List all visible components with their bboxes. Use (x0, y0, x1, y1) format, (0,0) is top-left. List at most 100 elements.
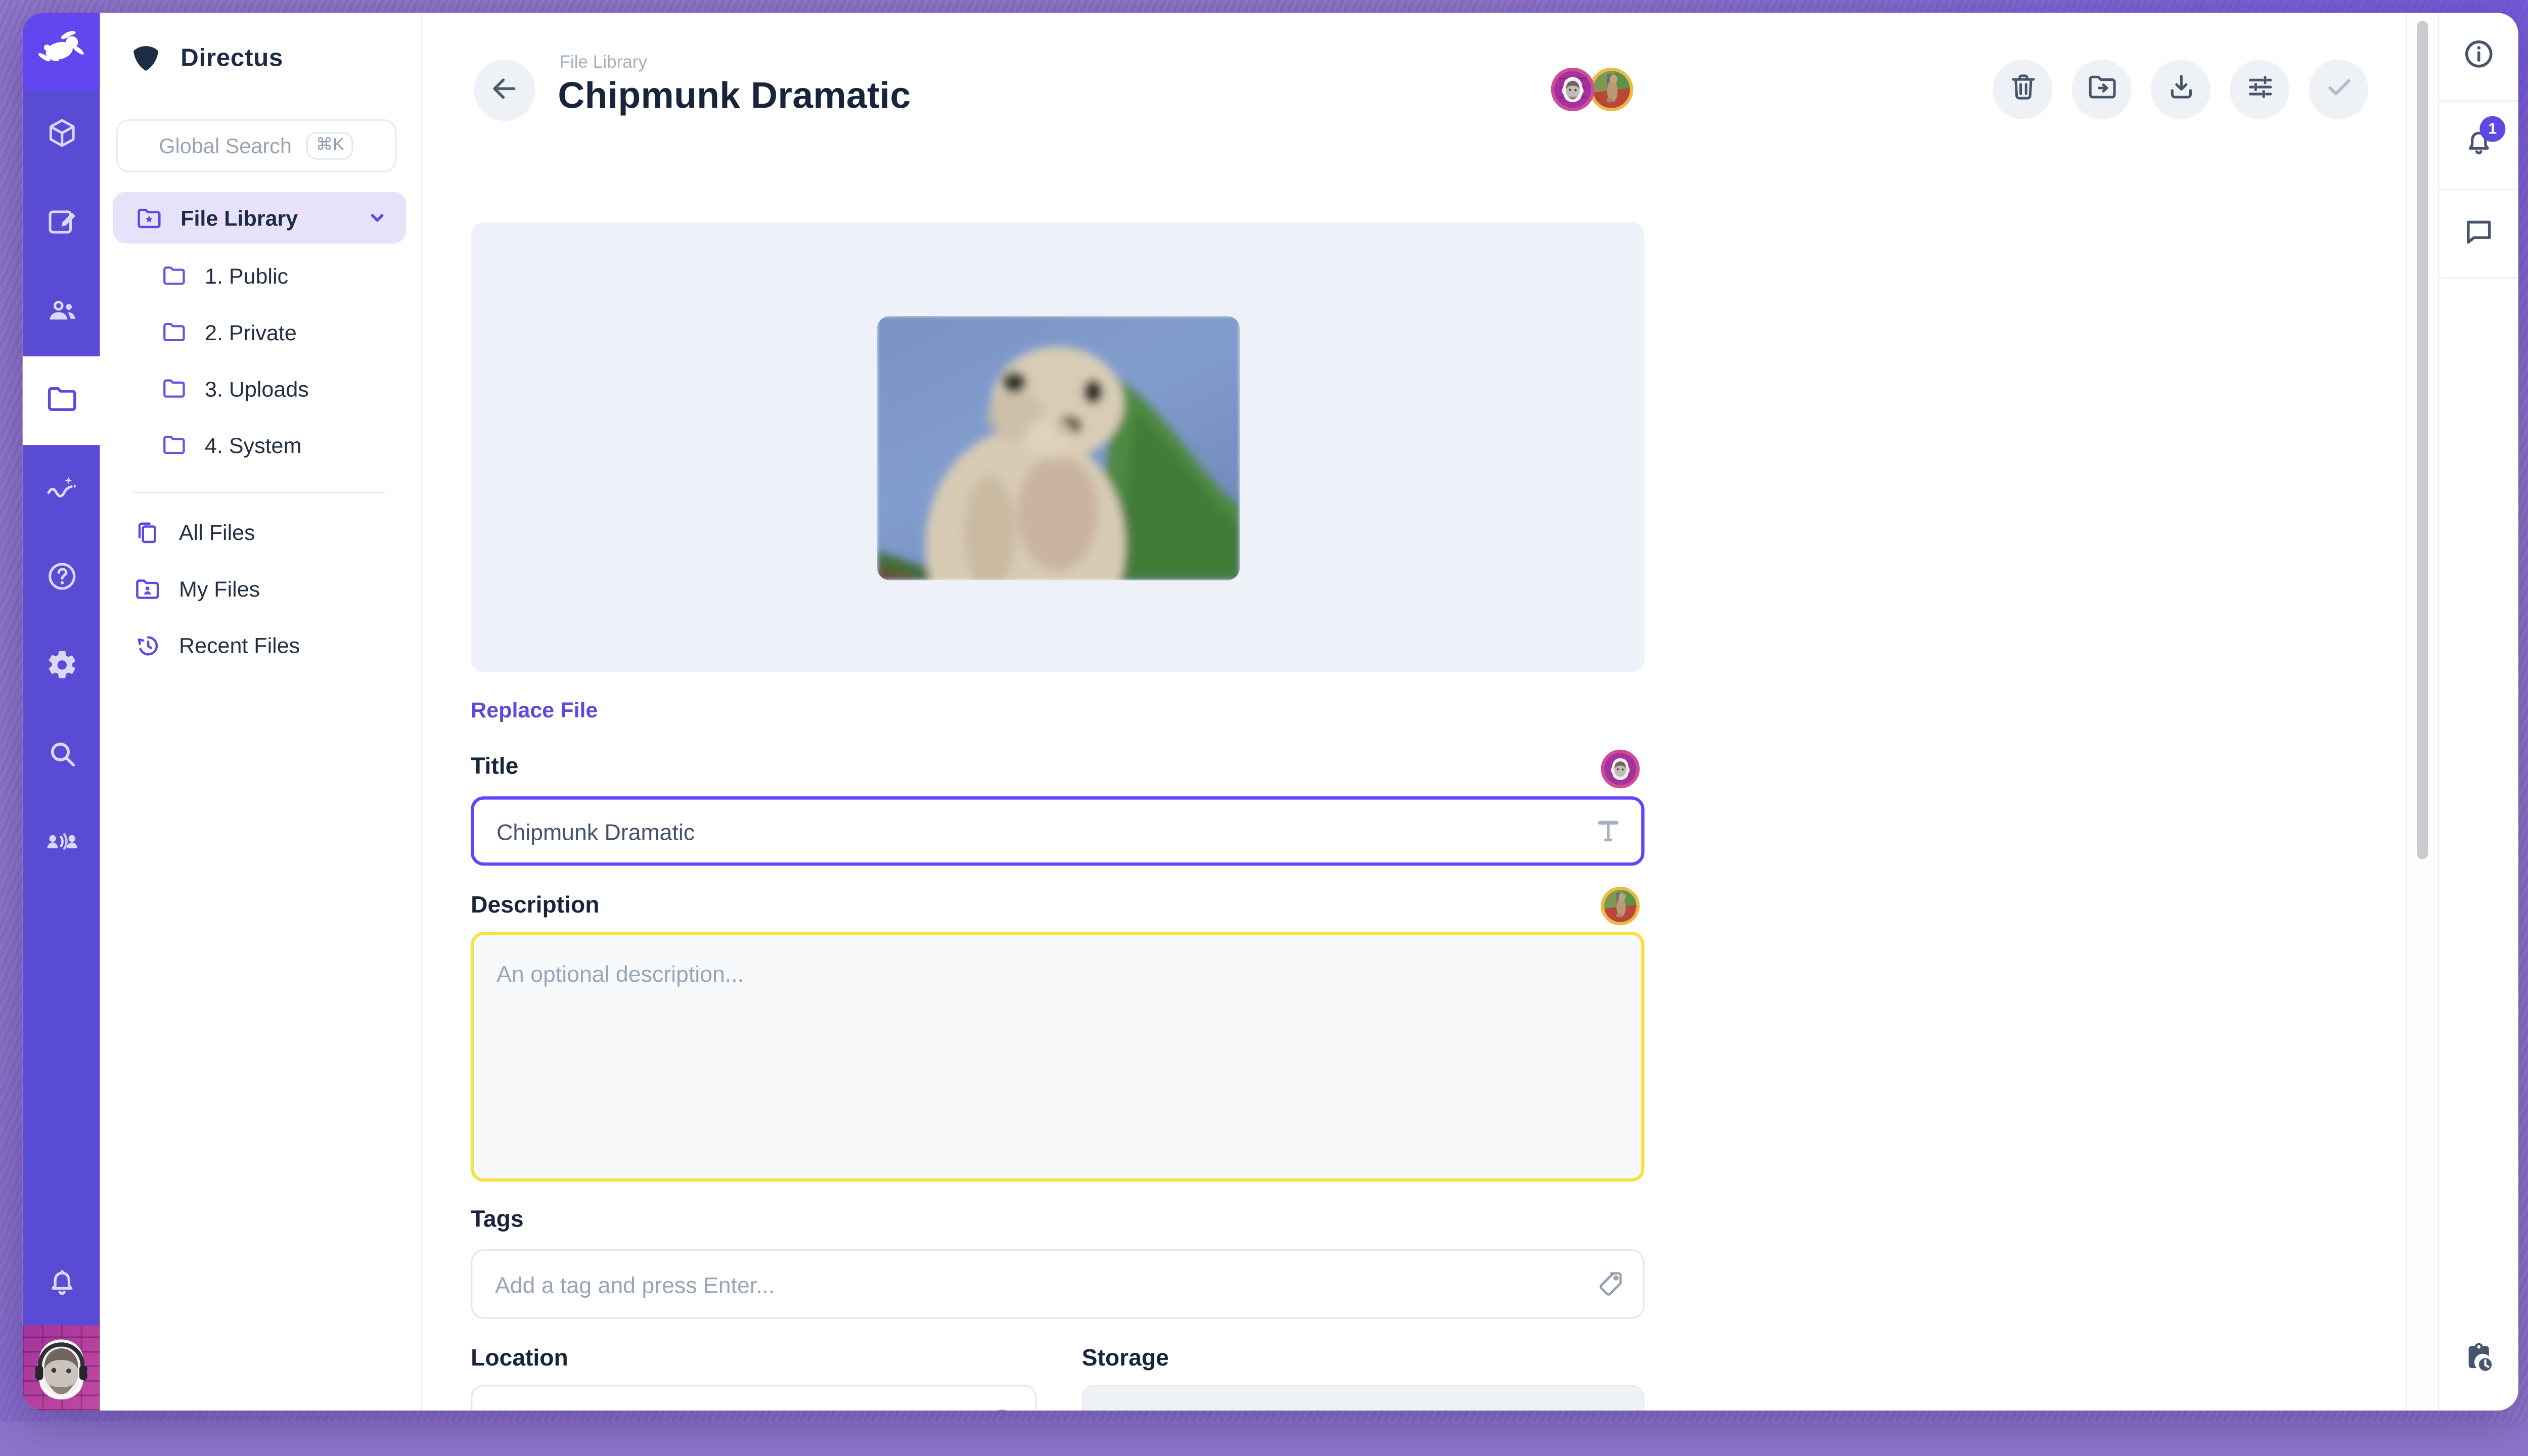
right-sidebar: 1 (2437, 13, 2518, 1411)
sidebar-item-recent-files[interactable]: Recent Files (113, 617, 406, 672)
folder-icon (161, 432, 187, 458)
folder-star-icon (136, 204, 163, 231)
cube-icon (44, 115, 78, 154)
tags-input[interactable] (472, 1271, 1575, 1297)
history-icon (134, 631, 161, 658)
gear-icon (44, 647, 78, 686)
module-files[interactable] (23, 356, 100, 445)
download-icon (2164, 71, 2197, 108)
map-pin-icon (967, 1404, 1035, 1410)
users-icon (44, 293, 78, 332)
header-actions (1993, 60, 2368, 119)
folder-label: 1. Public (205, 263, 288, 288)
storage-field (1082, 1385, 1645, 1410)
main-content: File Library Chipmunk Dramatic (422, 13, 2405, 1411)
description-editing-avatar (1601, 887, 1640, 926)
nav-divider (132, 492, 385, 493)
bell-icon (44, 1267, 78, 1306)
title-editing-avatar (1601, 750, 1640, 789)
folder-label: 3. Uploads (205, 377, 309, 401)
info-button[interactable] (2440, 13, 2518, 102)
module-bar-spacer (23, 888, 100, 1248)
folder-label: 2. Private (205, 320, 297, 344)
folder-icon (44, 381, 78, 420)
chevron-down-icon[interactable] (365, 205, 390, 231)
module-help[interactable] (23, 533, 100, 622)
back-button[interactable] (474, 60, 535, 121)
replace-file-link[interactable]: Replace File (471, 698, 598, 722)
edit-options-button[interactable] (2230, 60, 2289, 119)
module-community[interactable] (23, 800, 100, 888)
delete-button[interactable] (1993, 60, 2052, 119)
sidebar-folder-system[interactable]: 4. System (139, 418, 406, 472)
folder-icon (161, 263, 187, 289)
project-row[interactable]: Directus (100, 13, 421, 84)
avatar-user[interactable] (1551, 68, 1595, 111)
location-input[interactable] (472, 1406, 967, 1410)
comments-button[interactable] (2440, 190, 2518, 279)
download-button[interactable] (2151, 60, 2210, 119)
app-window: Directus Global Search ⌘K File Library 1… (23, 13, 2518, 1411)
revisions-button[interactable] (2440, 1314, 2518, 1410)
global-search-placeholder: Global Search (159, 134, 292, 158)
description-field (471, 932, 1644, 1181)
sidebar-item-file-library[interactable]: File Library (113, 192, 406, 243)
tag-icon (1575, 1269, 1643, 1300)
sidebar-item-label: All Files (179, 520, 255, 544)
check-icon (2322, 71, 2355, 108)
scrollbar-track[interactable] (2406, 13, 2438, 1411)
title-field (471, 796, 1644, 866)
chipmunk-image (876, 315, 1239, 579)
sidebar-folder-public[interactable]: 1. Public (139, 248, 406, 303)
project-name: Directus (180, 45, 283, 74)
files-multiple-icon (134, 518, 161, 545)
save-button[interactable] (2309, 60, 2368, 119)
search-icon (44, 736, 78, 775)
notifications-button[interactable] (23, 1248, 100, 1325)
module-insights[interactable] (23, 445, 100, 533)
insights-icon (44, 470, 78, 509)
revisions-clipboard-clock-icon (2462, 1341, 2496, 1383)
description-label: Description (471, 893, 599, 919)
tune-icon (2243, 71, 2276, 108)
sidebar-item-label: My Files (179, 576, 260, 601)
directus-logo[interactable] (23, 13, 100, 90)
module-settings[interactable] (23, 622, 100, 711)
file-preview-panel[interactable] (471, 222, 1644, 672)
module-content[interactable] (23, 90, 100, 179)
nav-sidebar: Directus Global Search ⌘K File Library 1… (100, 13, 423, 1411)
storage-icon (1575, 1404, 1643, 1410)
module-users[interactable] (23, 267, 100, 356)
sidebar-folder-uploads[interactable]: 3. Uploads (139, 361, 406, 416)
sidebar-item-my-files[interactable]: My Files (113, 561, 406, 616)
scrollbar-thumb[interactable] (2417, 21, 2428, 859)
notifications-panel-button[interactable]: 1 (2440, 102, 2518, 190)
folder-icon (161, 319, 187, 345)
tags-field (471, 1249, 1644, 1318)
sidebar-item-label: File Library (180, 206, 346, 230)
sidebar-folder-private[interactable]: 2. Private (139, 305, 406, 359)
arrow-left-icon (488, 72, 521, 109)
location-label: Location (471, 1346, 568, 1372)
storage-input (1084, 1406, 1575, 1410)
move-to-folder-button[interactable] (2072, 60, 2132, 119)
module-search[interactable] (23, 711, 100, 799)
folder-move-icon (2086, 71, 2118, 108)
current-user-avatar[interactable] (23, 1325, 100, 1410)
title-label: Title (471, 754, 518, 780)
help-icon (44, 559, 78, 598)
module-editor[interactable] (23, 179, 100, 267)
rabbit-icon (37, 23, 85, 80)
comment-icon (2462, 214, 2496, 253)
sidebar-item-all-files[interactable]: All Files (113, 505, 406, 559)
folder-label: 4. System (205, 433, 301, 457)
breadcrumb[interactable]: File Library (560, 53, 647, 72)
global-search-input[interactable]: Global Search ⌘K (116, 119, 397, 172)
folder-account-icon (134, 575, 161, 602)
avatar-chipmunk[interactable] (1590, 68, 1633, 111)
shield-diamond-icon (129, 40, 163, 79)
trash-icon (2006, 71, 2039, 108)
title-input[interactable] (474, 818, 1574, 844)
description-textarea[interactable] (487, 948, 1629, 1165)
tags-label: Tags (471, 1207, 524, 1233)
